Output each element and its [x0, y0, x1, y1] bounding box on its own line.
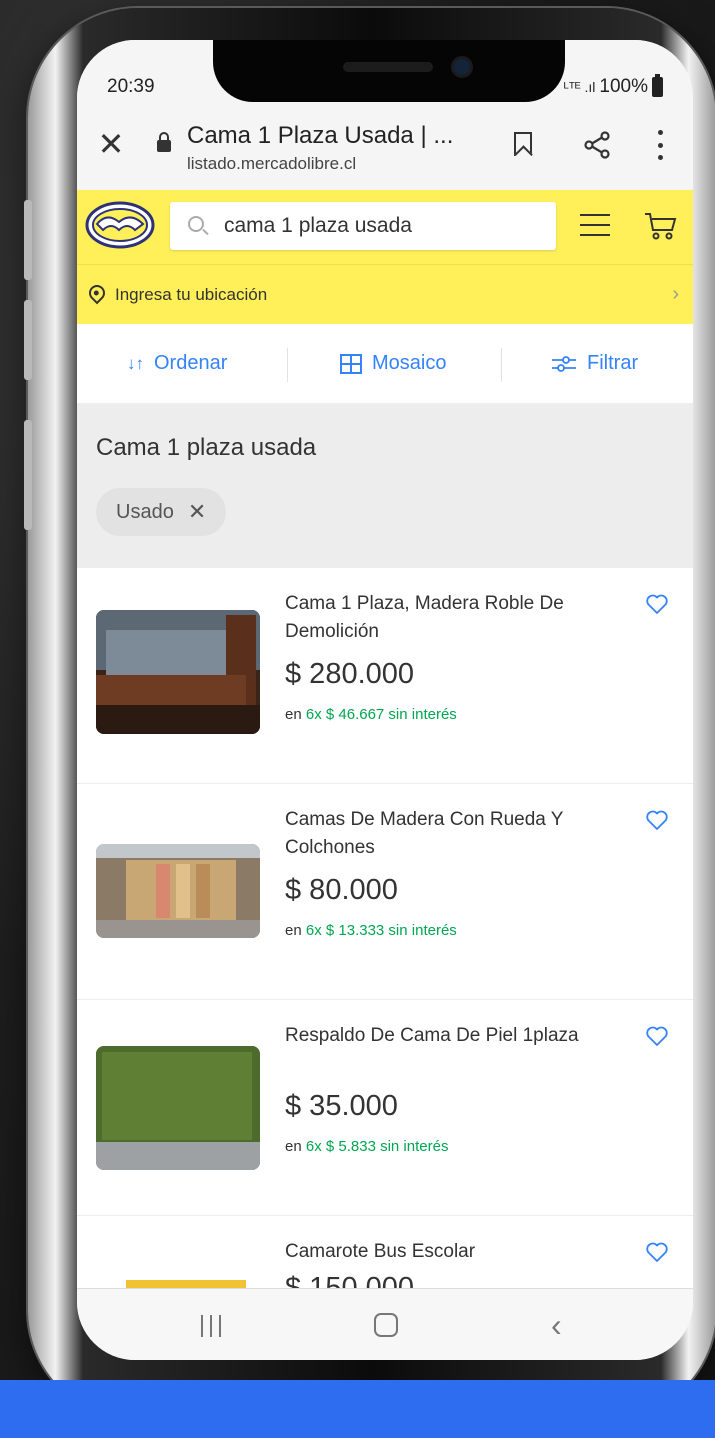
sort-icon: ↓↑ [127, 353, 144, 373]
signal-icon: ᴸᵀᴱ .ıl [563, 79, 596, 95]
sort-button[interactable]: ↓↑ Ordenar [127, 352, 227, 375]
volume-down-button [24, 300, 32, 380]
back-icon[interactable]: ‹ [551, 1307, 562, 1344]
volume-up-button [24, 200, 32, 280]
side-key-button [24, 420, 32, 530]
heart-icon[interactable] [645, 808, 669, 832]
bookmark-icon[interactable] [514, 132, 532, 156]
page-title[interactable]: Cama 1 Plaza Usada | ... [187, 122, 453, 150]
item-installments: en 6x $ 46.667 sin interés [285, 706, 457, 723]
installments-prefix: en [285, 922, 302, 939]
item-title[interactable]: Camarote Bus Escolar [285, 1238, 605, 1266]
lock-icon [157, 132, 171, 152]
installments-prefix: en [285, 706, 302, 723]
status-indicators: ᴸᵀᴱ .ıl 100% [563, 74, 663, 98]
system-nav-bar: ‹ [77, 1288, 693, 1360]
location-bar[interactable]: Ingresa tu ubicación › [77, 264, 693, 324]
product-image[interactable] [96, 1276, 260, 1288]
product-image[interactable] [96, 610, 260, 734]
product-image[interactable] [96, 844, 260, 938]
battery-percent: 100% [599, 76, 648, 97]
list-item[interactable]: Cama 1 Plaza, Madera Roble De Demolición… [77, 568, 693, 784]
search-value: cama 1 plaza usada [224, 214, 412, 237]
filter-icon [552, 355, 576, 372]
browser-toolbar: ✕ Cama 1 Plaza Usada | ... listado.merca… [77, 100, 693, 190]
home-icon[interactable] [374, 1313, 398, 1337]
site-header: cama 1 plaza usada [77, 190, 693, 264]
filter-button[interactable]: Filtrar [551, 352, 638, 375]
filter-label: Filtrar [587, 352, 639, 374]
bottom-banner [0, 1380, 715, 1438]
heart-icon[interactable] [645, 1240, 669, 1264]
results-header: Cama 1 plaza usada Usado ✕ [77, 404, 693, 568]
status-time: 20:39 [107, 76, 155, 97]
location-pin-icon [85, 281, 109, 305]
item-installments: en 6x $ 13.333 sin interés [285, 922, 457, 939]
results-title: Cama 1 plaza usada [96, 434, 317, 461]
divider [501, 348, 502, 382]
sort-label: Ordenar [154, 352, 228, 374]
heart-icon[interactable] [645, 1024, 669, 1048]
filter-chip-usado[interactable]: Usado ✕ [96, 488, 227, 536]
list-item[interactable]: Camas De Madera Con Rueda Y Colchones $ … [77, 784, 693, 1000]
installments-value: 6x $ 13.333 sin interés [305, 922, 457, 939]
recents-icon[interactable] [201, 1315, 221, 1337]
divider [287, 348, 288, 382]
results-toolbar: ↓↑ Ordenar Mosaico Filtrar [77, 324, 693, 404]
cart-icon[interactable] [643, 210, 677, 242]
item-installments: en 6x $ 5.833 sin interés [285, 1138, 448, 1155]
share-icon[interactable] [582, 130, 612, 160]
battery-icon [652, 74, 663, 97]
notch [213, 40, 565, 102]
item-price: $ 35.000 [285, 1090, 398, 1122]
more-options-icon[interactable] [653, 130, 667, 160]
item-price: $ 80.000 [285, 874, 398, 906]
phone-screen: 20:39 ᴸᵀᴱ .ıl 100% ✕ Cama 1 Plaza Usada … [77, 40, 693, 1360]
search-input[interactable]: cama 1 plaza usada [170, 202, 556, 250]
menu-icon[interactable] [580, 214, 610, 236]
item-price: $ 150.000 [285, 1272, 415, 1288]
chip-label: Usado [116, 500, 174, 523]
installments-value: 6x $ 46.667 sin interés [305, 706, 457, 723]
view-mode-button[interactable]: Mosaico [340, 352, 446, 375]
chevron-right-icon: › [672, 283, 679, 305]
heart-icon[interactable] [645, 592, 669, 616]
installments-value: 6x $ 5.833 sin interés [305, 1138, 449, 1155]
results-list: Cama 1 Plaza, Madera Roble De Demolición… [77, 568, 693, 1288]
search-icon [188, 216, 204, 232]
item-title[interactable]: Camas De Madera Con Rueda Y Colchones [285, 806, 605, 862]
item-price: $ 280.000 [285, 658, 415, 690]
close-icon[interactable]: ✕ [93, 126, 129, 162]
list-item[interactable]: Camarote Bus Escolar $ 150.000 [77, 1216, 693, 1288]
list-item[interactable]: Respaldo De Cama De Piel 1plaza $ 35.000… [77, 1000, 693, 1216]
product-image[interactable] [96, 1046, 260, 1170]
front-camera [451, 56, 473, 78]
grid-view-icon [340, 353, 362, 374]
page-url[interactable]: listado.mercadolibre.cl [187, 154, 356, 174]
installments-prefix: en [285, 1138, 302, 1155]
close-icon[interactable]: ✕ [188, 499, 206, 525]
item-title[interactable]: Respaldo De Cama De Piel 1plaza [285, 1022, 605, 1050]
mercadolibre-logo-icon[interactable] [85, 200, 155, 250]
speaker-grille [343, 62, 433, 72]
location-text: Ingresa tu ubicación [115, 285, 268, 304]
view-mode-label: Mosaico [372, 352, 447, 374]
item-title[interactable]: Cama 1 Plaza, Madera Roble De Demolición [285, 590, 605, 646]
